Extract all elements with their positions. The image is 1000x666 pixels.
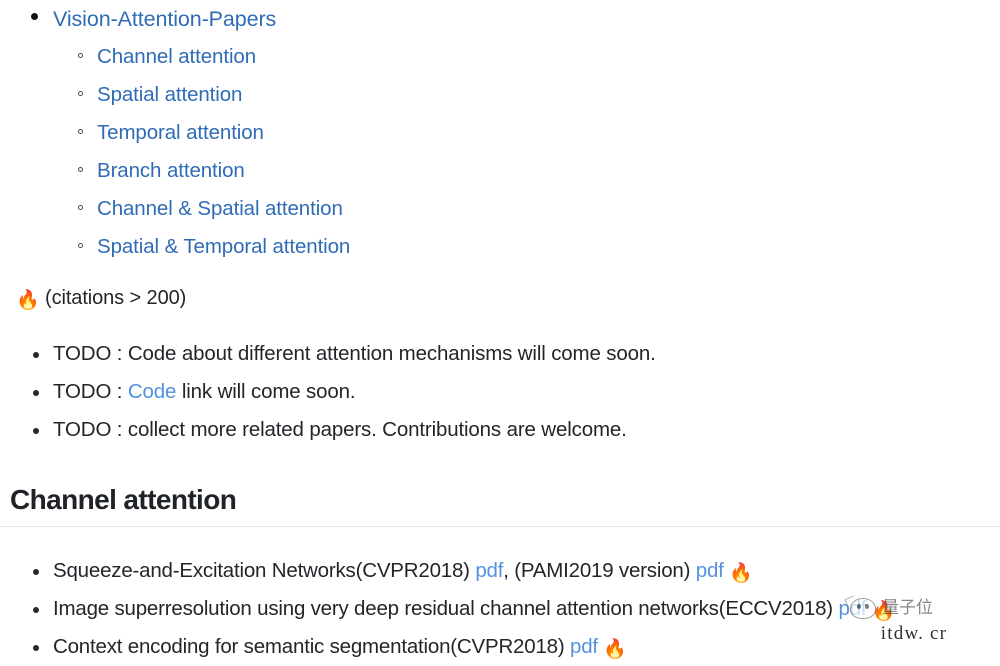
- section-heading-channel-attention: Channel attention: [0, 483, 1000, 527]
- pdf-link[interactable]: pdf: [475, 559, 503, 582]
- toc-link-channel-spatial-attention[interactable]: Channel & Spatial attention: [97, 190, 343, 228]
- pdf-link-secondary[interactable]: pdf: [696, 559, 724, 582]
- toc-link-vision-attention-papers[interactable]: Vision-Attention-Papers: [53, 0, 276, 38]
- paper-title: Squeeze-and-Excitation Networks(CVPR2018…: [53, 559, 470, 582]
- fire-icon: 🔥: [871, 601, 896, 622]
- toc-subitem-spatial-attention: Spatial attention: [53, 76, 1000, 114]
- fire-icon: 🔥: [729, 563, 753, 584]
- paper-item: Context encoding for semantic segmentati…: [0, 628, 1000, 666]
- todo-text: TODO :: [53, 380, 128, 403]
- todo-item: TODO : collect more related papers. Cont…: [0, 411, 1000, 449]
- toc-link-branch-attention[interactable]: Branch attention: [97, 152, 245, 190]
- todo-text: TODO : collect more related papers. Cont…: [53, 418, 627, 441]
- todo-text-after: link will come soon.: [176, 380, 356, 403]
- toc-subitem-spatial-temporal-attention: Spatial & Temporal attention: [53, 228, 1000, 266]
- toc-subitem-branch-attention: Branch attention: [53, 152, 1000, 190]
- fire-icon: 🔥: [16, 290, 40, 311]
- paper-item: Squeeze-and-Excitation Networks(CVPR2018…: [0, 552, 1000, 590]
- table-of-contents: Vision-Attention-Papers Channel attentio…: [0, 0, 1000, 266]
- paper-title: Context encoding for semantic segmentati…: [53, 635, 565, 658]
- toc-sublist: Channel attention Spatial attention Temp…: [53, 38, 1000, 266]
- pdf-link[interactable]: pdf: [838, 597, 866, 620]
- toc-link-channel-attention[interactable]: Channel attention: [97, 38, 256, 76]
- readme-page: Vision-Attention-Papers Channel attentio…: [0, 0, 1000, 662]
- fire-icon: 🔥: [603, 639, 627, 660]
- toc-subitem-temporal-attention: Temporal attention: [53, 114, 1000, 152]
- paper-item: Image superresolution using very deep re…: [0, 590, 1000, 628]
- toc-link-spatial-attention[interactable]: Spatial attention: [97, 76, 242, 114]
- paper-title: Image superresolution using very deep re…: [53, 597, 833, 620]
- toc-top-item: Vision-Attention-Papers Channel attentio…: [0, 0, 1000, 266]
- todo-text: TODO : Code about different attention me…: [53, 342, 656, 365]
- todo-list: TODO : Code about different attention me…: [0, 335, 1000, 449]
- toc-link-temporal-attention[interactable]: Temporal attention: [97, 114, 264, 152]
- citations-note-text: (citations > 200): [45, 287, 187, 309]
- citations-note: 🔥 (citations > 200): [0, 283, 1000, 313]
- paper-list: Squeeze-and-Excitation Networks(CVPR2018…: [0, 552, 1000, 666]
- todo-item: TODO : Code link will come soon.: [0, 373, 1000, 411]
- paper-mid-text: , (PAMI2019 version): [503, 559, 691, 582]
- toc-subitem-channel-spatial-attention: Channel & Spatial attention: [53, 190, 1000, 228]
- toc-subitem-channel-attention: Channel attention: [53, 38, 1000, 76]
- code-link[interactable]: Code: [128, 380, 177, 403]
- todo-item: TODO : Code about different attention me…: [0, 335, 1000, 373]
- toc-link-spatial-temporal-attention[interactable]: Spatial & Temporal attention: [97, 228, 350, 266]
- pdf-link[interactable]: pdf: [570, 635, 598, 658]
